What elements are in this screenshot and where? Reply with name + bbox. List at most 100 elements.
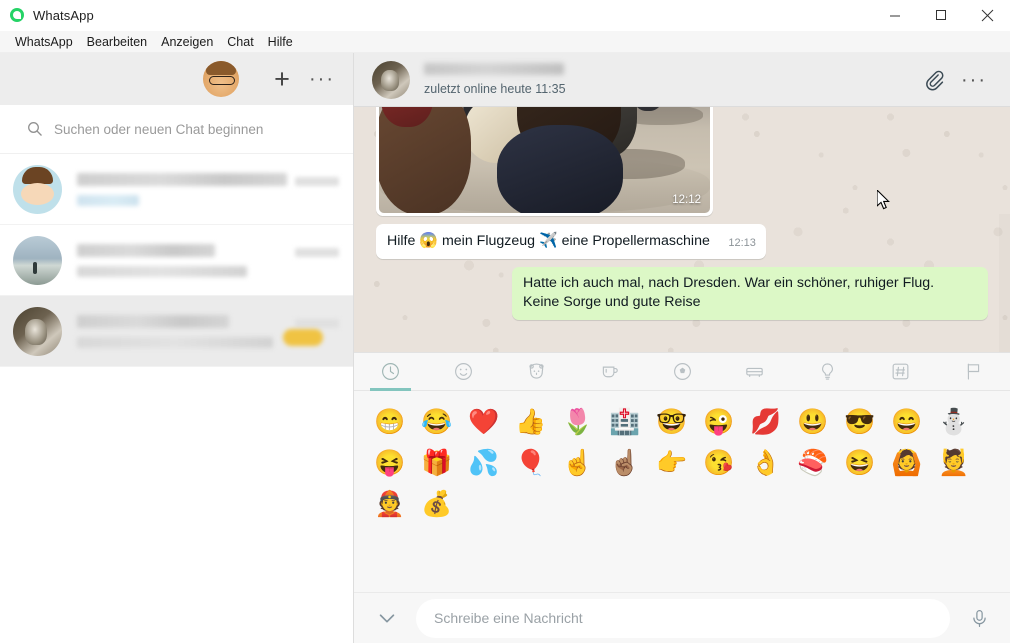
message-input-placeholder: Schreibe eine Nachricht xyxy=(434,610,583,626)
chat-list-item-2[interactable] xyxy=(0,225,353,296)
chat-item-name xyxy=(77,314,229,328)
menu-item-bearbeiten[interactable]: Bearbeiten xyxy=(80,33,154,51)
attach-button[interactable] xyxy=(914,60,954,100)
emoji-cell-5[interactable]: 🏥 xyxy=(607,404,643,440)
emoji-tab-animals[interactable] xyxy=(500,353,573,391)
menu-bar: WhatsApp Bearbeiten Anzeigen Chat Hilfe xyxy=(0,31,1010,53)
maximize-icon[interactable] xyxy=(918,0,964,31)
more-options-icon: ··· xyxy=(309,68,335,90)
chat-item-name xyxy=(77,172,287,186)
new-chat-button[interactable]: + xyxy=(267,64,297,94)
menu-item-chat[interactable]: Chat xyxy=(220,33,260,51)
chat-item-bottom-row xyxy=(77,257,339,277)
contact-avatar-3 xyxy=(13,306,62,356)
emoji-cell-9[interactable]: 😃 xyxy=(795,404,831,440)
whatsapp-logo-icon xyxy=(10,8,24,22)
chat-item-preview xyxy=(77,194,139,206)
emoji-cell-0[interactable]: 😁 xyxy=(372,404,408,440)
chat-menu-button[interactable]: ··· xyxy=(954,60,994,100)
chat-list-item-1[interactable] xyxy=(0,154,353,225)
search-bar: Suchen oder neuen Chat beginnen xyxy=(0,105,353,154)
chat-item-body xyxy=(77,172,339,206)
search-icon xyxy=(16,121,54,137)
emoji-cell-23[interactable]: 😆 xyxy=(842,445,878,481)
unread-badge xyxy=(283,329,323,346)
chat-item-name xyxy=(77,243,215,257)
emoji-cell-16[interactable]: 🎈 xyxy=(513,445,549,481)
emoji-cell-7[interactable]: 😜 xyxy=(701,404,737,440)
outgoing-message-bubble[interactable]: Hatte ich auch mal, nach Dresden. War ei… xyxy=(512,267,988,320)
message-input[interactable]: Schreibe eine Nachricht xyxy=(416,598,950,638)
emoji-cell-8[interactable]: 💋 xyxy=(748,404,784,440)
message-text-part: mein Flugzeug xyxy=(438,233,539,249)
search-placeholder: Suchen oder neuen Chat beginnen xyxy=(54,121,264,137)
voice-message-button[interactable] xyxy=(962,601,996,635)
window-controls xyxy=(872,0,1010,31)
emoji-cell-15[interactable]: 💦 xyxy=(466,445,502,481)
emoji-cell-3[interactable]: 👍 xyxy=(513,404,549,440)
emoji-cell-27[interactable]: 💰 xyxy=(419,486,455,522)
emoji-cell-19[interactable]: 👉 xyxy=(654,445,690,481)
emoji-cell-1[interactable]: 😂 xyxy=(419,404,455,440)
emoji-cell-26[interactable]: 👲 xyxy=(372,486,408,522)
message-photo xyxy=(379,107,710,213)
chat-contact-avatar[interactable] xyxy=(372,60,410,99)
emoji-category-tabs xyxy=(354,353,1010,391)
emoji-cell-6[interactable]: 🤓 xyxy=(654,404,690,440)
emoji-tab-flags[interactable] xyxy=(937,353,1010,391)
message-row-incoming-text: Hilfe 😱 mein Flugzeug ✈️ eine Propellerm… xyxy=(376,224,988,259)
minimize-icon[interactable] xyxy=(872,0,918,31)
emoji-cell-21[interactable]: 👌 xyxy=(748,445,784,481)
chat-item-preview xyxy=(77,336,273,348)
emoji-cell-25[interactable]: 💆 xyxy=(936,445,972,481)
close-icon[interactable] xyxy=(964,0,1010,31)
more-options-icon: ··· xyxy=(961,68,987,91)
sidebar-menu-button[interactable]: ··· xyxy=(307,64,337,94)
emoji-cell-11[interactable]: 😄 xyxy=(889,404,925,440)
chat-item-top-row xyxy=(77,172,339,186)
chat-list xyxy=(0,154,353,643)
menu-item-hilfe[interactable]: Hilfe xyxy=(261,33,300,51)
search-input[interactable]: Suchen oder neuen Chat beginnen xyxy=(16,113,337,145)
chat-item-time xyxy=(295,176,339,186)
emoji-cell-13[interactable]: 😝 xyxy=(372,445,408,481)
emoji-tab-objects[interactable] xyxy=(791,353,864,391)
incoming-message-bubble[interactable]: Hilfe 😱 mein Flugzeug ✈️ eine Propellerm… xyxy=(376,224,766,259)
menu-item-anzeigen[interactable]: Anzeigen xyxy=(154,33,220,51)
emoji-toggle-button[interactable] xyxy=(370,601,404,635)
chat-list-item-3[interactable] xyxy=(0,296,353,367)
emoji-tab-smileys[interactable] xyxy=(427,353,500,391)
whatsapp-window: WhatsApp WhatsApp Bearbeiten Anzeigen Ch… xyxy=(0,0,1010,643)
emoji-tab-symbols[interactable] xyxy=(864,353,937,391)
message-row-image: 12:12 xyxy=(376,107,988,216)
scream-emoji: 😱 xyxy=(419,232,439,249)
contact-avatar-1 xyxy=(13,164,62,214)
image-message-bubble[interactable]: 12:12 xyxy=(376,107,713,216)
emoji-cell-24[interactable]: 🙆 xyxy=(889,445,925,481)
image-message-time: 12:12 xyxy=(672,194,701,206)
emoji-tab-recent[interactable] xyxy=(354,353,427,391)
emoji-cell-10[interactable]: 😎 xyxy=(842,404,878,440)
emoji-cell-22[interactable]: 🍣 xyxy=(795,445,831,481)
emoji-tab-food[interactable] xyxy=(573,353,646,391)
chat-item-body xyxy=(77,314,339,348)
chat-item-time xyxy=(295,318,339,328)
chat-header: zuletzt online heute 11:35 ··· xyxy=(354,53,1010,107)
emoji-tab-travel[interactable] xyxy=(718,353,791,391)
emoji-cell-12[interactable]: ⛄ xyxy=(936,404,972,440)
emoji-cell-20[interactable]: 😘 xyxy=(701,445,737,481)
emoji-cell-2[interactable]: ❤️ xyxy=(466,404,502,440)
menu-item-whatsapp[interactable]: WhatsApp xyxy=(8,33,80,51)
emoji-cell-14[interactable]: 🎁 xyxy=(419,445,455,481)
message-composer: Schreibe eine Nachricht xyxy=(354,592,1010,643)
profile-avatar[interactable] xyxy=(203,61,239,97)
emoji-panel: 😁 😂 ❤️ 👍 🌷 🏥 🤓 😜 💋 😃 😎 😄 ⛄ 😝 🎁 💦 🎈 ☝️ ☝🏽 👉 😘 👌 🍣 😆 🙆 💆 👲 💰 xyxy=(354,352,1010,592)
emoji-cell-17[interactable]: ☝️ xyxy=(560,445,596,481)
plus-icon: + xyxy=(274,63,290,94)
airplane-emoji: ✈️ xyxy=(538,232,558,249)
emoji-tab-activity[interactable] xyxy=(646,353,719,391)
emoji-cell-4[interactable]: 🌷 xyxy=(560,404,596,440)
contact-avatar-2 xyxy=(13,235,62,285)
emoji-cell-18[interactable]: ☝🏽 xyxy=(607,445,643,481)
message-row-outgoing-text: Hatte ich auch mal, nach Dresden. War ei… xyxy=(376,267,988,320)
